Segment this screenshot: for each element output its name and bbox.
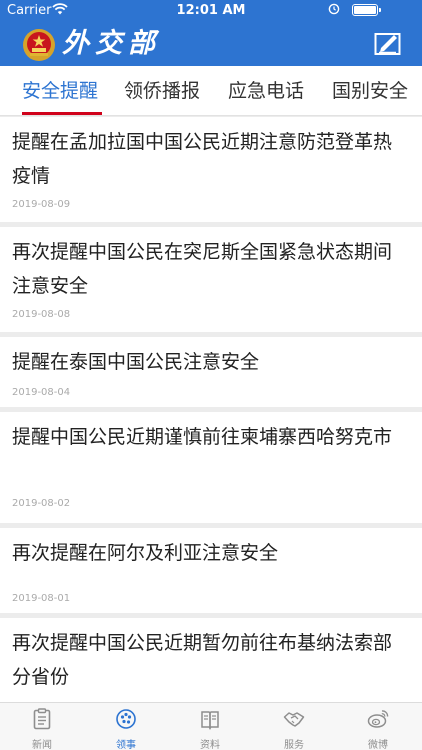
app-header: Carrier 12:01 AM 外交部 (0, 0, 422, 66)
tab-bar-label: 新闻 (32, 740, 52, 750)
article-title: 再次提醒中国公民近期暂勿前往布基纳法索部分省份 (12, 632, 393, 688)
tab-bar-services[interactable]: 服务 (252, 703, 336, 750)
app-title: 外交部 (62, 28, 161, 59)
tab-bar-weibo[interactable]: 微博 (336, 703, 420, 750)
article-title: 提醒中国公民近期谨慎前往柬埔寨西哈努克市 (12, 426, 393, 448)
tab-bar-label: 资料 (200, 740, 220, 750)
bottom-tab-bar: 新闻 领事 资料 服务 微博 (0, 702, 422, 750)
tab-bar-news[interactable]: 新闻 (0, 703, 84, 750)
list-item[interactable]: 提醒在泰国中国公民注意安全 2019-08-04 (0, 337, 422, 407)
tab-emergency-phone[interactable]: 应急电话 (228, 66, 304, 116)
tab-bar-consular[interactable]: 领事 (84, 703, 168, 750)
tab-country-safety[interactable]: 国别安全 (332, 66, 408, 116)
handshake-icon (283, 712, 305, 727)
tab-safety-alert[interactable]: 安全提醒 (22, 66, 98, 116)
article-date: 2019-08-09 (12, 199, 71, 210)
active-tab-indicator (22, 112, 102, 115)
weibo-icon (367, 710, 389, 728)
article-title: 提醒在孟加拉国中国公民近期注意防范登革热疫情 (12, 131, 393, 187)
list-item[interactable]: 提醒在孟加拉国中国公民近期注意防范登革热疫情 2019-08-09 (0, 117, 422, 222)
battery-icon (352, 4, 381, 16)
tab-bar-label: 微博 (368, 740, 388, 750)
tab-bar-label: 领事 (116, 740, 136, 750)
status-bar: Carrier 12:01 AM (0, 0, 422, 20)
edit-icon[interactable] (374, 30, 402, 56)
article-date: 2019-08-01 (12, 593, 71, 604)
national-emblem-icon (23, 29, 55, 61)
list-item[interactable]: 再次提醒中国公民近期暂勿前往布基纳法索部分省份 (0, 618, 422, 702)
consular-icon (116, 709, 136, 729)
article-title: 再次提醒中国公民在突尼斯全国紧急状态期间注意安全 (12, 241, 393, 297)
category-tabs: 安全提醒 领侨播报 应急电话 国别安全 (0, 66, 422, 116)
list-item[interactable]: 提醒中国公民近期谨慎前往柬埔寨西哈努克市 2019-08-02 (0, 412, 422, 523)
list-item[interactable]: 再次提醒在阿尔及利亚注意安全 2019-08-01 (0, 528, 422, 613)
tab-bar-documents[interactable]: 资料 (168, 703, 252, 750)
article-title: 提醒在泰国中国公民注意安全 (12, 351, 260, 373)
tab-bar-label: 服务 (284, 740, 304, 750)
alarm-icon (328, 3, 340, 15)
tab-consular-news[interactable]: 领侨播报 (124, 66, 200, 116)
list-item[interactable]: 再次提醒中国公民在突尼斯全国紧急状态期间注意安全 2019-08-08 (0, 227, 422, 332)
documents-icon (201, 711, 219, 730)
article-date: 2019-08-04 (12, 387, 71, 398)
article-date: 2019-08-08 (12, 309, 71, 320)
article-title: 再次提醒在阿尔及利亚注意安全 (12, 542, 279, 564)
article-date: 2019-08-02 (12, 498, 71, 509)
news-icon (33, 708, 51, 730)
